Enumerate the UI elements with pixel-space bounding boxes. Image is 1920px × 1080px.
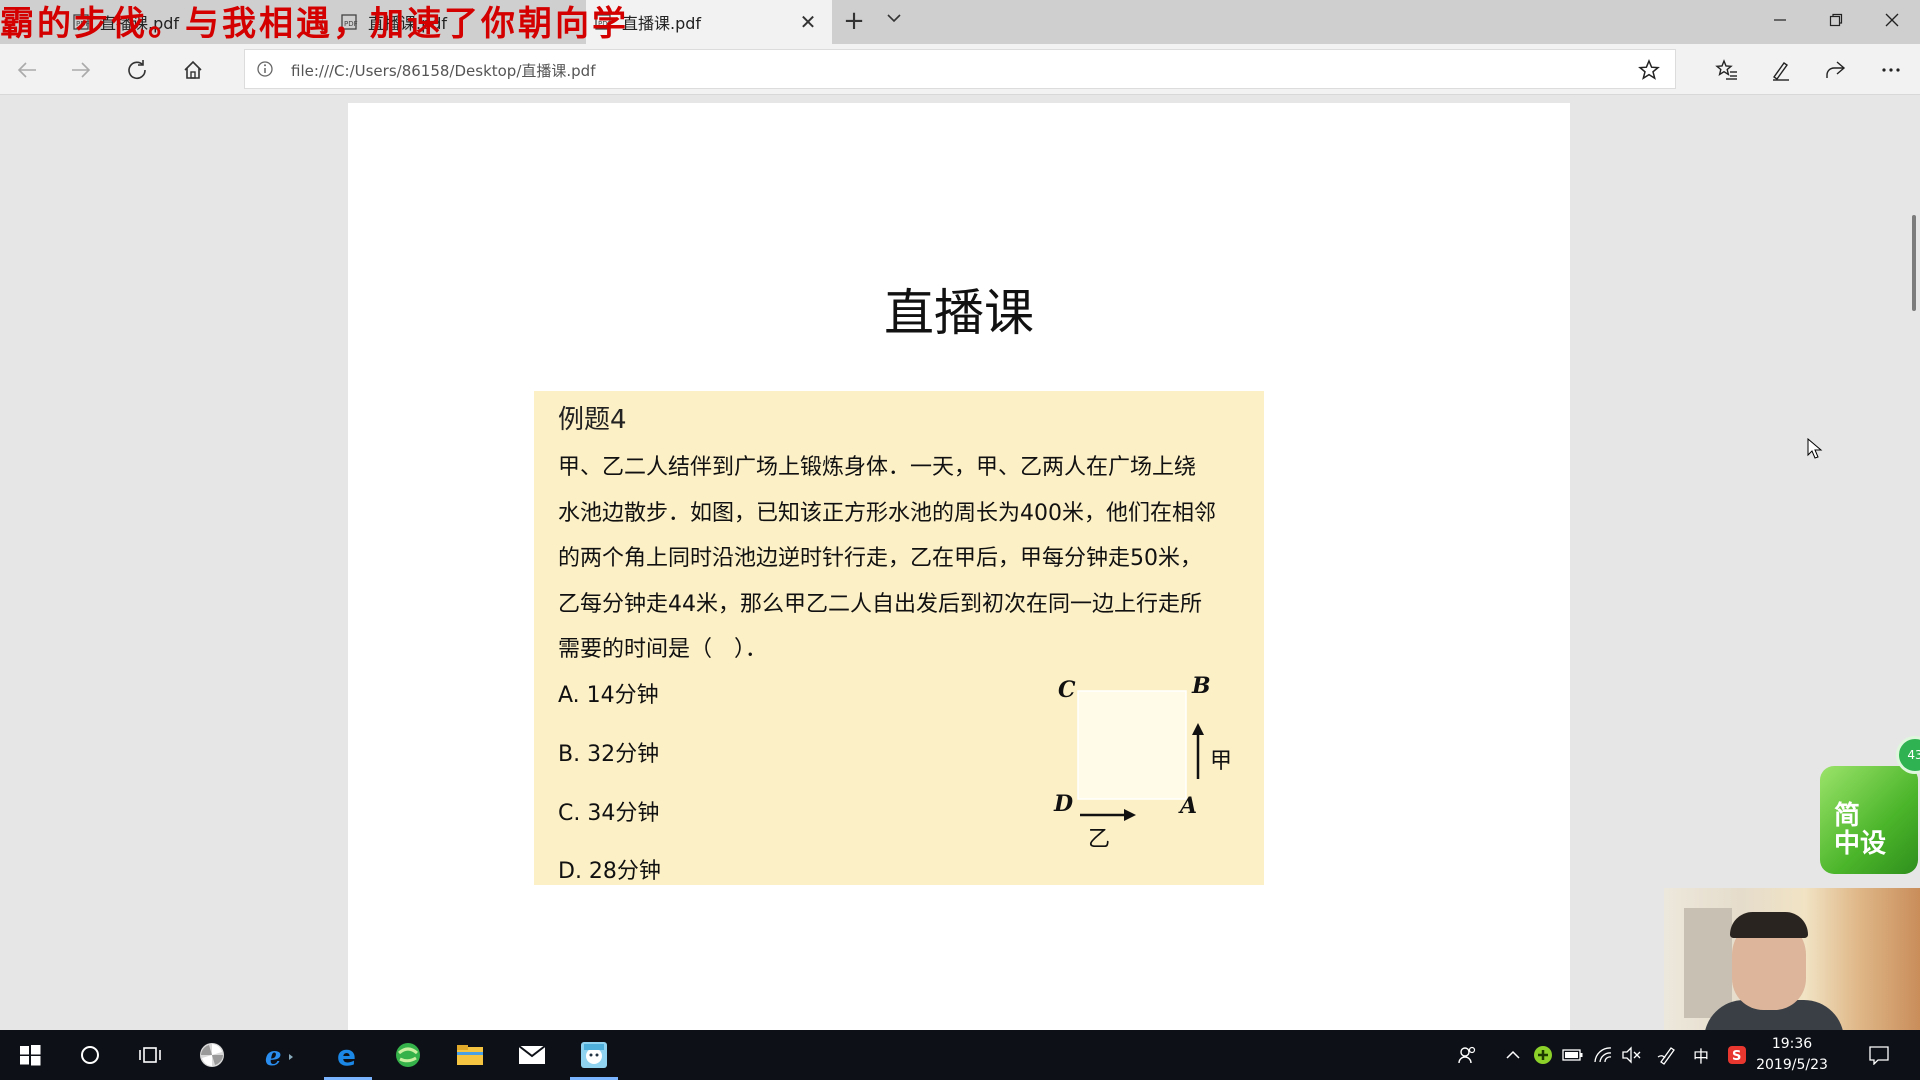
problem-line: 甲、乙二人结伴到广场上锻炼身体．一天，甲、乙两人在广场上绕 — [558, 455, 1197, 480]
svg-text:PDF: PDF — [76, 20, 90, 28]
person-yi-label: 乙 — [1088, 827, 1111, 852]
widget-text-line: 简 — [1834, 801, 1861, 831]
windows-start-icon[interactable] — [2, 1030, 58, 1080]
mouse-cursor-icon — [1807, 437, 1823, 464]
minimize-icon[interactable] — [1752, 0, 1808, 40]
anime-app-icon[interactable] — [566, 1030, 622, 1080]
sogou-input-icon[interactable]: S — [1726, 1044, 1748, 1066]
tab-title: 直播课.pdf — [622, 14, 702, 33]
example-label: 例题4 — [558, 405, 627, 435]
share-icon[interactable] — [1818, 53, 1852, 87]
svg-text:e: e — [337, 1041, 356, 1069]
internet-explorer-icon[interactable]: e — [250, 1030, 306, 1080]
webcam-background-shelf — [1684, 908, 1732, 1018]
clock-time: 19:36 — [1771, 1036, 1813, 1052]
task-view-icon[interactable] — [122, 1030, 178, 1080]
webcam-video — [1664, 888, 1920, 1030]
info-icon[interactable] — [255, 59, 275, 79]
vertical-scrollbar[interactable] — [1912, 215, 1916, 311]
vertex-a-label: A — [1180, 793, 1198, 819]
problem-line: 水池边散步．如图，已知该正方形水池的周长为400米，他们在相邻 — [558, 500, 1216, 526]
svg-text:S: S — [1732, 1049, 1741, 1064]
restore-icon[interactable] — [1808, 0, 1864, 40]
tab-strip: PDF 直播课.pdf PDF 直播课.pdf PDF 直播课.pdf ✕ + … — [0, 0, 1920, 44]
pdf-viewer[interactable]: 直播课 例题4 甲、乙二人结伴到广场上锻炼身体．一天，甲、乙两人在广场上绕 水池… — [0, 95, 1920, 1043]
problem-text: 甲、乙二人结伴到广场上锻炼身体．一天，甲、乙两人在广场上绕 水池边散步．如图，已… — [558, 445, 1248, 673]
vertex-b-label: B — [1192, 673, 1211, 699]
tab-1[interactable]: PDF 直播课.pdf — [72, 0, 312, 44]
taskbar: e e 中 S 19:36 2019/5/23 — [0, 1030, 1920, 1080]
address-url[interactable]: file:///C:/Users/86158/Desktop/直播课.pdf — [291, 60, 595, 81]
vertex-d-label: D — [1054, 791, 1074, 817]
battery-icon — [1562, 1044, 1584, 1066]
floating-app-widget[interactable]: 43 简 中设 — [1820, 736, 1920, 874]
option-a: A. 14分钟 — [558, 683, 659, 708]
figure-drawing — [1077, 690, 1204, 821]
new-tab-icon[interactable]: + — [840, 8, 868, 36]
problem-line: 需要的时间是（ ）． — [558, 637, 768, 662]
problem-line: 的两个角上同时沿池边逆时针行走，乙在甲后，甲每分钟走50米， — [558, 546, 1202, 571]
svg-text:PDF: PDF — [598, 20, 612, 28]
tab-title: 直播课.pdf — [100, 14, 180, 33]
clock-date: 2019/5/23 — [1756, 1057, 1828, 1073]
favorite-star-icon[interactable] — [1637, 58, 1661, 82]
vertex-c-label: C — [1058, 677, 1076, 703]
chevron-up-icon[interactable] — [1502, 1044, 1524, 1066]
home-icon[interactable] — [176, 53, 210, 87]
file-explorer-icon[interactable] — [442, 1030, 498, 1080]
tab-3-active[interactable]: PDF 直播课.pdf ✕ — [586, 0, 832, 44]
back-icon[interactable] — [10, 53, 44, 87]
pdf-file-icon: PDF — [594, 13, 612, 31]
wifi-icon[interactable] — [1592, 1044, 1614, 1066]
address-bar[interactable]: file:///C:/Users/86158/Desktop/直播课.pdf — [244, 49, 1676, 89]
document-title: 直播课 — [884, 284, 1034, 342]
widget-text: 简 中设 — [1834, 802, 1886, 858]
volume-muted-icon[interactable] — [1620, 1044, 1642, 1066]
pen-notes-icon[interactable] — [1764, 53, 1798, 87]
input-method-label[interactable]: 中 — [1690, 1044, 1712, 1066]
tab-2[interactable]: PDF 直播课.pdf — [340, 0, 580, 44]
option-d: D. 28分钟 — [558, 859, 661, 884]
pen-workspace-icon[interactable] — [1656, 1044, 1678, 1066]
svg-text:PDF: PDF — [344, 20, 358, 28]
notification-center-icon[interactable] — [1868, 1044, 1890, 1066]
cortana-search-icon[interactable] — [62, 1030, 118, 1080]
close-window-icon[interactable] — [1864, 0, 1920, 40]
forward-icon[interactable] — [64, 53, 98, 87]
person-jia-label: 甲 — [1210, 749, 1233, 774]
tab-separator — [322, 10, 323, 34]
problem-line: 乙每分钟走44米，那么甲乙二人自出发后到初次在同一边上行走所 — [558, 591, 1202, 617]
system-clock[interactable]: 19:36 2019/5/23 — [1752, 1034, 1832, 1076]
green-plus-tray-icon[interactable] — [1532, 1044, 1554, 1066]
square-pond-figure: C B D A 甲 乙 — [1044, 673, 1244, 881]
option-b: B. 32分钟 — [558, 742, 660, 767]
mail-icon[interactable] — [504, 1030, 560, 1080]
edge-browser-icon[interactable]: e — [320, 1030, 376, 1080]
pdf-file-icon: PDF — [340, 13, 358, 31]
option-c: C. 34分钟 — [558, 801, 660, 826]
favorites-hub-icon[interactable] — [1710, 53, 1744, 87]
pinwheel-app-icon[interactable] — [184, 1030, 240, 1080]
tab-title: 直播课.pdf — [368, 14, 448, 33]
pdf-page: 直播课 例题4 甲、乙二人结伴到广场上锻炼身体．一天，甲、乙两人在广场上绕 水池… — [348, 103, 1570, 1043]
pdf-file-icon: PDF — [72, 13, 90, 31]
widget-text-line: 中设 — [1834, 829, 1887, 859]
navigation-bar: file:///C:/Users/86158/Desktop/直播课.pdf — [0, 44, 1920, 95]
close-tab-icon[interactable]: ✕ — [796, 10, 820, 34]
webcam-person-hair — [1730, 912, 1808, 938]
chevron-down-icon[interactable] — [880, 8, 908, 36]
people-icon[interactable] — [1456, 1044, 1478, 1066]
green-browser-icon[interactable] — [380, 1030, 436, 1080]
svg-text:e: e — [265, 1042, 282, 1069]
widget-badge: 43 — [1896, 736, 1920, 774]
example-box: 例题4 甲、乙二人结伴到广场上锻炼身体．一天，甲、乙两人在广场上绕 水池边散步．… — [534, 391, 1264, 885]
more-options-icon[interactable] — [1874, 53, 1908, 87]
refresh-icon[interactable] — [120, 53, 154, 87]
